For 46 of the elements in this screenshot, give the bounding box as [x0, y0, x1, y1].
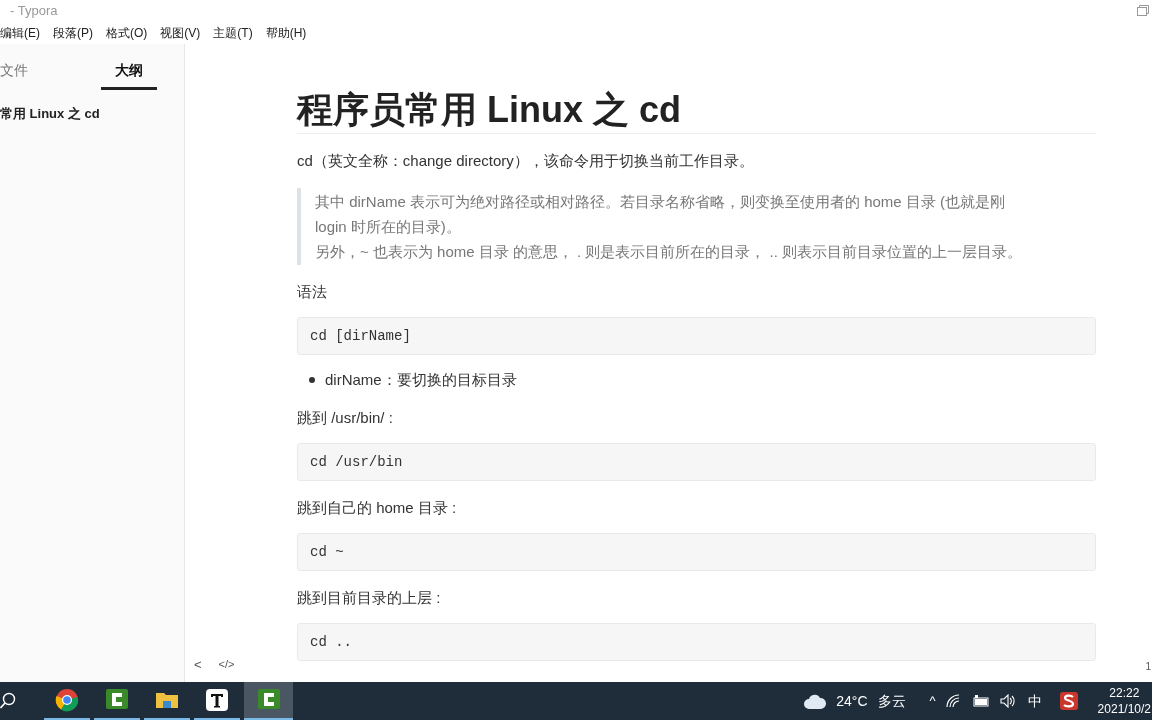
- paragraph: 跳到目前目录的上层 :: [297, 588, 442, 608]
- menu-item[interactable]: 主题(T): [213, 24, 253, 42]
- input-method-icon[interactable]: [1059, 692, 1078, 710]
- back-button[interactable]: <: [194, 654, 202, 674]
- wifi-icon[interactable]: [945, 694, 962, 708]
- clock-date: 2021/10/2: [1097, 701, 1151, 717]
- code-text: cd /usr/bin: [310, 452, 403, 472]
- caret-icon[interactable]: ^: [929, 691, 936, 711]
- recorder-icon: [105, 688, 129, 712]
- cloud-icon: [804, 693, 827, 709]
- paragraph: 语法: [297, 282, 328, 302]
- code-text: cd ..: [310, 632, 352, 652]
- menu-item[interactable]: 帮助(H): [265, 24, 307, 42]
- editor-icon: [205, 688, 229, 712]
- menu-item[interactable]: 段落(P): [53, 24, 93, 42]
- battery-icon[interactable]: [971, 695, 990, 707]
- clock-time: 22:22: [1109, 685, 1140, 701]
- weather-condition: 多云: [877, 691, 906, 711]
- paragraph: 跳到自己的 home 目录 :: [297, 498, 458, 518]
- window-title: - Typora: [9, 2, 58, 21]
- document-title: 程序员常用 Linux 之 cd: [297, 88, 1096, 134]
- menu-item[interactable]: 编辑(E): [0, 24, 40, 42]
- quote-line: login 时所在的目录)。: [315, 217, 462, 237]
- input-method-indicator[interactable]: 中: [1027, 690, 1042, 712]
- source-code-button[interactable]: </>: [218, 656, 235, 673]
- list-item: dirName：要切换的目标目录: [325, 370, 517, 390]
- sidebar-tab[interactable]: 大纲: [101, 60, 157, 90]
- recorder-icon: [256, 688, 281, 712]
- temperature: 24°C: [836, 691, 868, 711]
- search-icon[interactable]: [0, 692, 16, 710]
- bullet-icon: [309, 377, 315, 383]
- menu-item[interactable]: 视图(V): [160, 24, 201, 42]
- paragraph: 跳到 /usr/bin/ :: [297, 408, 394, 428]
- browser-icon: [55, 688, 79, 712]
- word-count: 1: [1145, 660, 1151, 674]
- volume-icon[interactable]: [999, 694, 1016, 708]
- outline-item[interactable]: 常用 Linux 之 cd: [0, 104, 184, 124]
- menu-item[interactable]: 格式(O): [106, 24, 148, 42]
- quote-line: 其中 dirName 表示可为绝对路径或相对路径。若目录名称省略，则变换至使用者的 home 目录 (也就是刚: [315, 192, 1007, 212]
- sidebar-tab[interactable]: 文件: [0, 60, 56, 90]
- code-text: cd ~: [310, 542, 344, 562]
- restore-icon: [1137, 5, 1149, 16]
- quote-line: 另外，~ 也表示为 home 目录 的意思， . 则是表示目前所在的目录， .. 则表示目前目录位置的上一层目录。: [315, 242, 1024, 262]
- code-text: cd [dirName]: [310, 326, 411, 346]
- paragraph: cd（英文全称：change directory），该命令用于切换当前工作目录。: [297, 151, 755, 171]
- taskbar-app[interactable]: [244, 682, 293, 720]
